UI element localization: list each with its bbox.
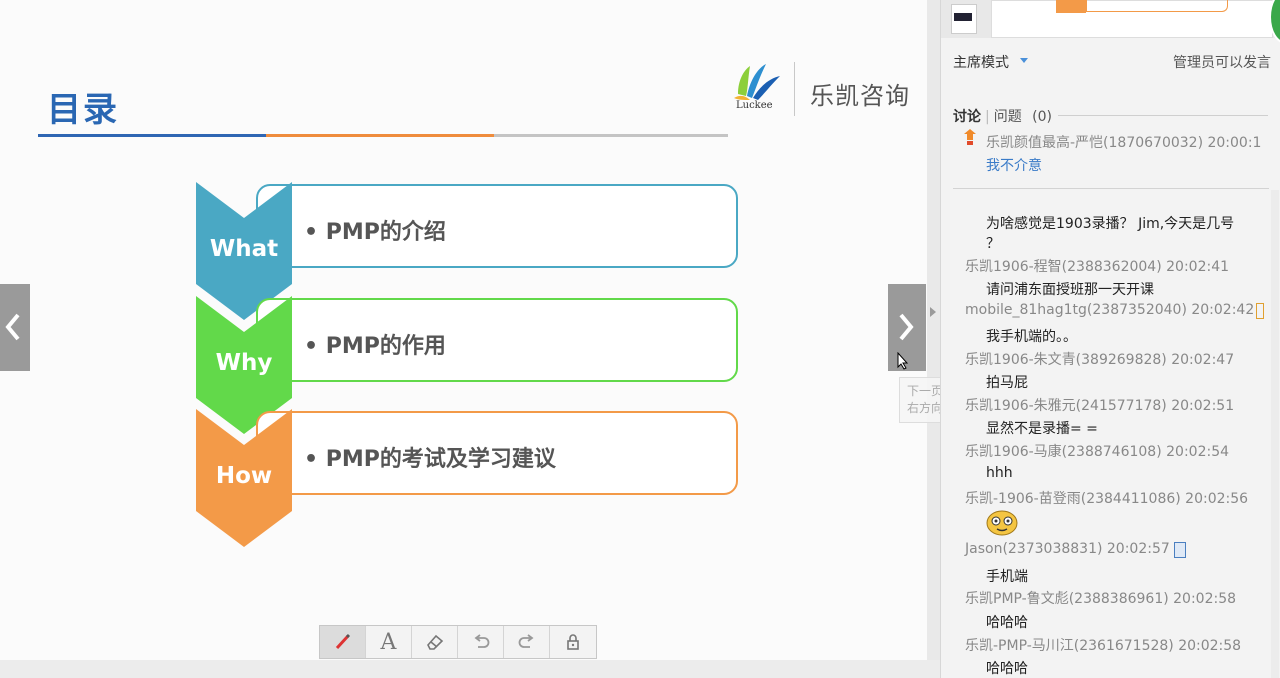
emoji-icon	[986, 510, 1018, 536]
slide-bottom-bar	[0, 660, 940, 678]
mouse-cursor-icon	[897, 352, 909, 370]
agenda-row-how: How • PMP的考试及学习建议	[196, 409, 741, 551]
undo-icon	[474, 634, 489, 648]
title-underline-gray	[494, 134, 728, 137]
logo-en-text: Luckee	[736, 100, 773, 111]
undo-button[interactable]	[458, 626, 504, 658]
redo-button[interactable]	[504, 626, 550, 658]
slide-canvas: 目录 Luckee 乐凯咨询 What • PMP的介绍 Why • PMP的作…	[0, 0, 927, 660]
chat-divider	[953, 188, 1269, 189]
collapse-panel-icon[interactable]	[929, 306, 937, 318]
dropdown-caret-icon[interactable]	[1020, 58, 1028, 63]
agenda-label: What	[209, 236, 279, 262]
thumbnail-strip	[941, 0, 1280, 44]
luckee-logo: Luckee 乐凯咨询	[728, 58, 918, 122]
mobile-icon	[1174, 542, 1186, 558]
logo-divider	[794, 62, 795, 116]
message-meta: 乐凯1906-程智(2388362004) 20:02:41	[965, 259, 1230, 275]
message-body: 为啥感觉是1903录播？ Jim,今天是几号	[986, 216, 1235, 232]
text-icon: A	[380, 629, 397, 655]
pinned-meta: 乐凯颜值最高-严恺(1870670032) 20:00:1	[986, 135, 1262, 151]
prev-page-button[interactable]	[0, 284, 30, 371]
message-body: 我手机端的。。	[986, 329, 1077, 345]
lock-icon	[567, 634, 579, 650]
title-underline-orange	[266, 134, 494, 137]
message-meta: 乐凯-PMP-马川江(2361671528) 20:02:58	[965, 638, 1242, 654]
message-body: 请问浦东面授班那一天开课	[986, 282, 1154, 298]
message-body: hhh	[986, 465, 1013, 481]
chat-panel: 主席模式 管理员可以发言 讨论 | 问题 (0) 乐凯颜值最高-严恺(1870670…	[940, 0, 1280, 678]
pen-icon	[335, 633, 350, 650]
agenda-label: Why	[215, 350, 273, 376]
message-body: 手机端	[986, 569, 1028, 585]
message-body: 哈哈哈	[986, 615, 1028, 631]
chat-scrollbar[interactable]	[1271, 190, 1279, 678]
message-body: 拍马屁	[986, 375, 1028, 391]
message-meta: Jason(2373038831) 20:02:57	[965, 541, 1170, 557]
annotation-toolbar: A	[319, 625, 597, 659]
tab-rule	[1058, 115, 1268, 116]
eraser-tool-button[interactable]	[412, 626, 458, 658]
message-body: 哈哈哈	[986, 661, 1028, 677]
thumbnail-slide[interactable]	[991, 0, 1273, 38]
pinned-body: 我不介意	[986, 158, 1042, 174]
lock-button[interactable]	[550, 626, 596, 658]
agenda-label: How	[215, 463, 273, 489]
host-badge-icon	[964, 129, 976, 145]
tab-discussion[interactable]: 讨论	[953, 109, 981, 125]
message-meta: 乐凯-1906-苗登雨(2384411086) 20:02:56	[965, 491, 1249, 507]
message-meta: 乐凯1906-朱文青(389269828) 20:02:47	[965, 352, 1235, 368]
logo-cn-text: 乐凯咨询	[810, 82, 910, 110]
message-body: 显然不是录播= =	[986, 421, 1098, 437]
agenda-text: • PMP的考试及学习建议	[304, 447, 556, 472]
chevron-left-icon	[5, 313, 20, 341]
mobile-icon	[1256, 303, 1264, 319]
admin-note: 管理员可以发言	[1173, 55, 1271, 71]
message-meta: mobile_81hag1tg(2387352040) 20:02:42	[965, 302, 1255, 318]
chat-tabs: 讨论 | 问题 (0)	[953, 109, 1053, 125]
agenda-text: • PMP的介绍	[304, 220, 446, 245]
agenda-text: • PMP的作用	[304, 334, 446, 359]
redo-icon	[518, 634, 533, 648]
message-meta: 乐凯PMP-鲁文彪(2388386961) 20:02:58	[965, 591, 1237, 607]
message-meta: 乐凯1906-马康(2388746108) 20:02:54	[965, 444, 1230, 460]
pen-tool-button[interactable]	[320, 626, 366, 658]
eraser-icon	[426, 634, 443, 650]
title-underline-blue	[38, 134, 266, 137]
slide-title: 目录	[47, 90, 119, 130]
message-meta: 乐凯1906-朱雅元(241577178) 20:02:51	[965, 398, 1235, 414]
tab-questions[interactable]: 问题	[994, 109, 1022, 125]
thumbnail-small[interactable]	[951, 4, 977, 34]
mode-selector[interactable]: 主席模式	[953, 52, 1009, 72]
text-tool-button[interactable]: A	[366, 626, 412, 658]
message-body: ？	[986, 236, 1000, 252]
question-count: (0)	[1032, 109, 1053, 125]
